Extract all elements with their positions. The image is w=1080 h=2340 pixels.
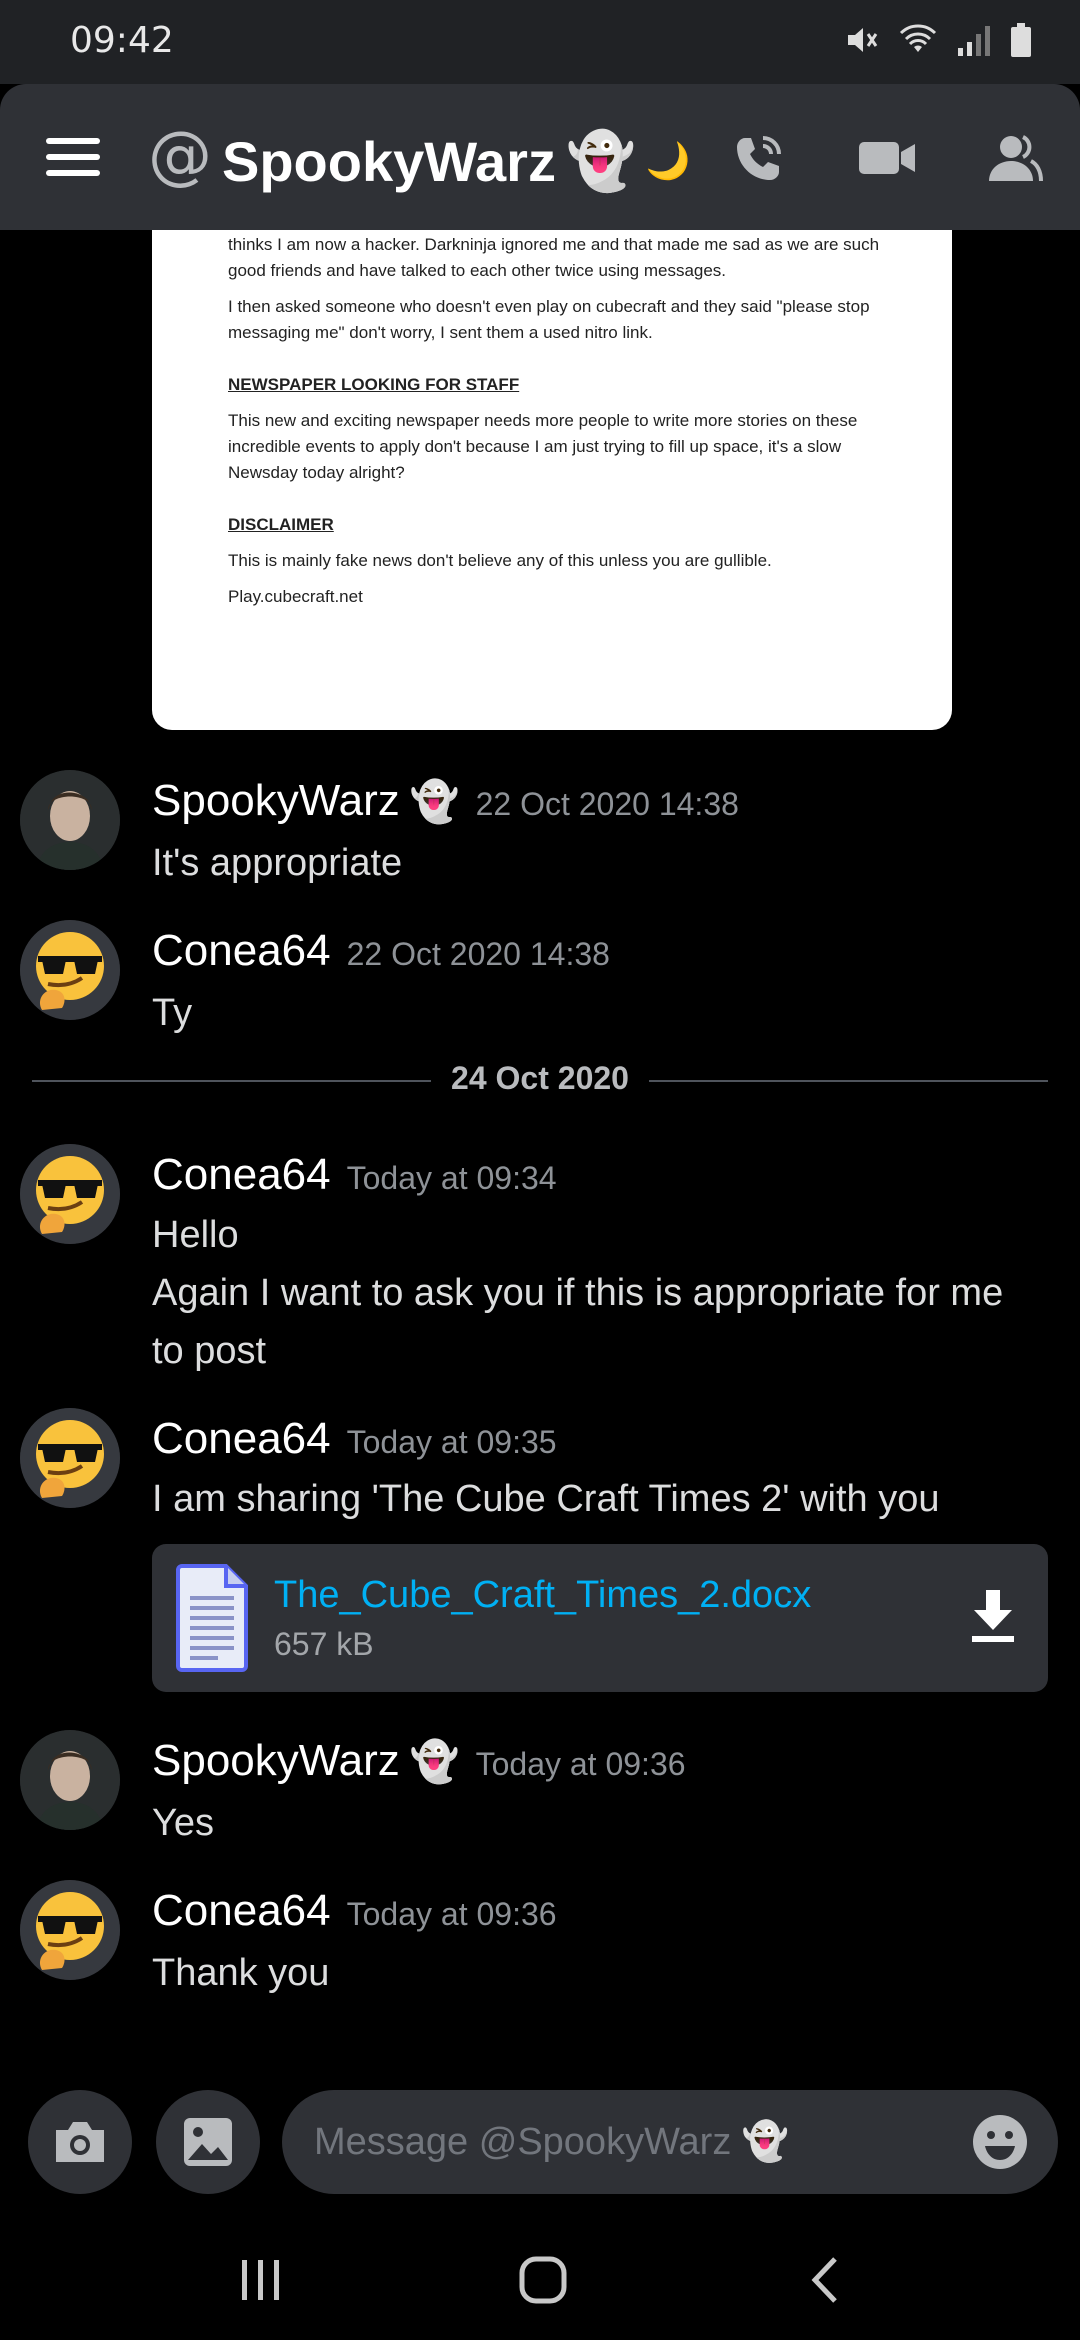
message-header: Conea64 22 Oct 2020 14:38 — [152, 926, 610, 976]
author-name[interactable]: Conea64 — [152, 926, 331, 976]
battery-icon — [1011, 23, 1031, 57]
doc-paragraph: This new and exciting newspaper needs mo… — [228, 411, 858, 482]
message-timestamp: 22 Oct 2020 14:38 — [346, 936, 610, 972]
signal-icon — [958, 26, 990, 56]
channel-header: @ SpookyWarz 👻 🌙 — [0, 84, 1080, 230]
doc-paragraph: I then asked someone who doesn't even pl… — [228, 297, 870, 342]
message-header: SpookyWarz 👻 Today at 09:36 — [152, 1736, 686, 1786]
members-icon[interactable] — [980, 126, 1050, 190]
mute-icon — [848, 28, 878, 52]
download-icon[interactable] — [968, 1588, 1018, 1648]
message-text[interactable]: Ty — [152, 984, 1032, 1042]
ghost-emoji: 👻 — [409, 780, 460, 824]
author-name[interactable]: SpookyWarz — [152, 776, 400, 826]
message-timestamp: Today at 09:35 — [346, 1424, 557, 1460]
doc-paragraph: thinks I am now a hacker. Darkninja igno… — [228, 235, 880, 280]
doc-heading: NEWSPAPER LOOKING FOR STAFF — [228, 375, 520, 394]
home-icon[interactable] — [508, 2250, 578, 2310]
message-text[interactable]: Hello — [152, 1206, 1032, 1264]
recent-apps-icon[interactable] — [226, 2250, 296, 2310]
image-icon[interactable] — [156, 2090, 260, 2194]
status-icons — [844, 22, 1032, 58]
author-name[interactable]: Conea64 — [152, 1414, 331, 1464]
file-attachment[interactable]: The_Cube_Craft_Times_2.docx 657 kB — [152, 1544, 1048, 1692]
message-input[interactable]: Message @SpookyWarz 👻 — [282, 2090, 1058, 2194]
system-nav-bar — [0, 2220, 1080, 2340]
author-name[interactable]: Conea64 — [152, 1150, 331, 1200]
ghost-emoji: 👻 — [409, 1740, 460, 1784]
avatar-conea64[interactable] — [20, 1144, 120, 1244]
hamburger-icon[interactable] — [46, 138, 100, 178]
message-text[interactable]: Yes — [152, 1794, 1032, 1852]
video-camera-icon[interactable] — [852, 126, 922, 190]
at-symbol: @ — [148, 119, 212, 193]
emoji-icon[interactable] — [970, 2112, 1030, 2172]
avatar-spookywarz[interactable] — [20, 1730, 120, 1830]
attachment-file-name[interactable]: The_Cube_Craft_Times_2.docx — [274, 1574, 811, 1617]
avatar-spookywarz[interactable] — [20, 770, 120, 870]
message-text[interactable]: Again I want to ask you if this is appro… — [152, 1264, 1032, 1380]
message-timestamp: 22 Oct 2020 14:38 — [475, 786, 739, 822]
message-input-placeholder: Message @SpookyWarz 👻 — [314, 2121, 790, 2163]
message-text[interactable]: It's appropriate — [152, 834, 1032, 892]
channel-title-text: SpookyWarz — [222, 129, 556, 193]
message-header: Conea64 Today at 09:34 — [152, 1150, 557, 1200]
doc-paragraph: Play.cubecraft.net — [228, 587, 363, 606]
status-bar: 09:42 — [0, 0, 1080, 84]
date-divider-label: 24 Oct 2020 — [431, 1060, 649, 1096]
message-timestamp: Today at 09:36 — [475, 1746, 686, 1782]
ghost-emoji: 👻 — [565, 129, 636, 192]
phone-call-icon[interactable] — [724, 126, 794, 190]
avatar-conea64[interactable] — [20, 1880, 120, 1980]
message-timestamp: Today at 09:34 — [346, 1160, 557, 1196]
channel-title: SpookyWarz 👻 🌙 — [222, 128, 691, 194]
message-timestamp: Today at 09:36 — [346, 1896, 557, 1932]
message-header: SpookyWarz 👻 22 Oct 2020 14:38 — [152, 776, 739, 826]
doc-heading: DISCLAIMER — [228, 515, 334, 534]
camera-icon[interactable] — [28, 2090, 132, 2194]
message-text[interactable]: Thank you — [152, 1944, 1032, 2002]
avatar-conea64[interactable] — [20, 920, 120, 1020]
document-preview-image[interactable]: thinks I am now a hacker. Darkninja igno… — [152, 230, 952, 730]
message-header: Conea64 Today at 09:35 — [152, 1414, 557, 1464]
message-text[interactable]: I am sharing 'The Cube Craft Times 2' wi… — [152, 1470, 1032, 1528]
author-name[interactable]: Conea64 — [152, 1886, 331, 1936]
back-icon[interactable] — [790, 2250, 860, 2310]
doc-paragraph: This is mainly fake news don't believe a… — [228, 551, 772, 570]
date-divider: 24 Oct 2020 — [0, 1060, 1080, 1097]
file-document-icon — [174, 1564, 250, 1677]
avatar-conea64[interactable] — [20, 1408, 120, 1508]
message-header: Conea64 Today at 09:36 — [152, 1886, 557, 1936]
moon-emoji: 🌙 — [645, 140, 691, 181]
attachment-file-size: 657 kB — [274, 1626, 374, 1662]
wifi-icon — [899, 24, 937, 52]
status-time: 09:42 — [70, 20, 174, 61]
message-composer: Message @SpookyWarz 👻 — [0, 2080, 1080, 2200]
author-name[interactable]: SpookyWarz — [152, 1736, 400, 1786]
